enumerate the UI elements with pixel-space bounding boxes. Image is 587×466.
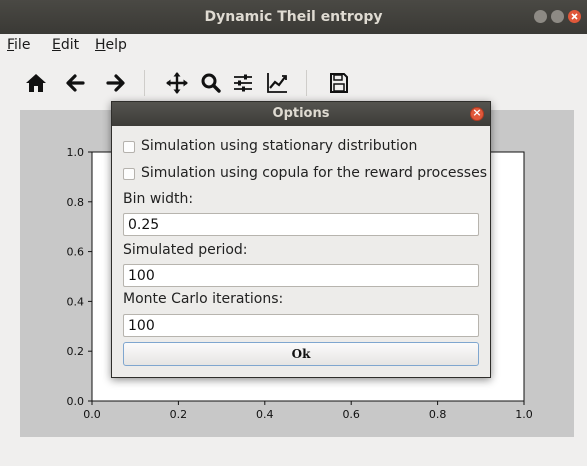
- close-icon[interactable]: ×: [470, 106, 484, 121]
- toolbar-separator: [306, 70, 307, 96]
- y-tick-label: 0.2: [67, 345, 85, 358]
- copula-checkbox[interactable]: [123, 168, 135, 180]
- window-title: Dynamic Theil entropy: [204, 9, 383, 25]
- y-tick-label: 1.0: [67, 146, 85, 159]
- dialog-titlebar[interactable]: Options ×: [112, 102, 490, 126]
- maximize-icon[interactable]: [551, 10, 564, 23]
- edit-axes-icon[interactable]: [264, 70, 290, 96]
- forward-arrow-icon[interactable]: [102, 70, 128, 96]
- dialog-title: Options: [272, 106, 330, 121]
- x-tick-label: 0.0: [83, 408, 101, 421]
- save-icon[interactable]: [326, 70, 352, 96]
- stationary-distribution-label: Simulation using stationary distribution: [141, 138, 418, 154]
- menu-help[interactable]: Help: [95, 37, 127, 53]
- x-tick-label: 0.2: [170, 408, 188, 421]
- simulated-period-label: Simulated period:: [123, 242, 248, 258]
- ok-button[interactable]: Ok: [123, 342, 479, 366]
- zoom-icon[interactable]: [198, 70, 224, 96]
- y-tick-label: 0.8: [67, 196, 85, 209]
- menu-edit[interactable]: Edit: [52, 37, 79, 53]
- pan-icon[interactable]: [164, 70, 190, 96]
- y-tick-label: 0.6: [67, 246, 85, 259]
- menu-file[interactable]: File: [7, 37, 30, 53]
- window-titlebar[interactable]: Dynamic Theil entropy: [0, 0, 587, 34]
- x-tick-label: 0.4: [256, 408, 274, 421]
- monte-carlo-label: Monte Carlo iterations:: [123, 291, 284, 307]
- minimize-icon[interactable]: [534, 10, 547, 23]
- monte-carlo-input[interactable]: [123, 314, 479, 337]
- menu-bar: File Edit Help: [0, 34, 587, 58]
- x-tick-label: 1.0: [515, 408, 533, 421]
- configure-subplots-icon[interactable]: [230, 70, 256, 96]
- options-dialog: Options × Simulation using stationary di…: [111, 101, 491, 378]
- bin-width-label: Bin width:: [123, 191, 194, 207]
- copula-label: Simulation using copula for the reward p…: [141, 165, 488, 181]
- simulated-period-input[interactable]: [123, 264, 479, 287]
- x-tick-label: 0.8: [429, 408, 447, 421]
- bin-width-input[interactable]: [123, 213, 479, 236]
- close-window-icon[interactable]: [568, 10, 581, 23]
- x-tick-label: 0.6: [342, 408, 360, 421]
- y-tick-label: 0.0: [67, 395, 85, 408]
- toolbar-separator: [144, 70, 145, 96]
- home-icon[interactable]: [23, 70, 49, 96]
- back-arrow-icon[interactable]: [63, 70, 89, 96]
- stationary-distribution-checkbox[interactable]: [123, 141, 135, 153]
- y-tick-label: 0.4: [67, 295, 85, 308]
